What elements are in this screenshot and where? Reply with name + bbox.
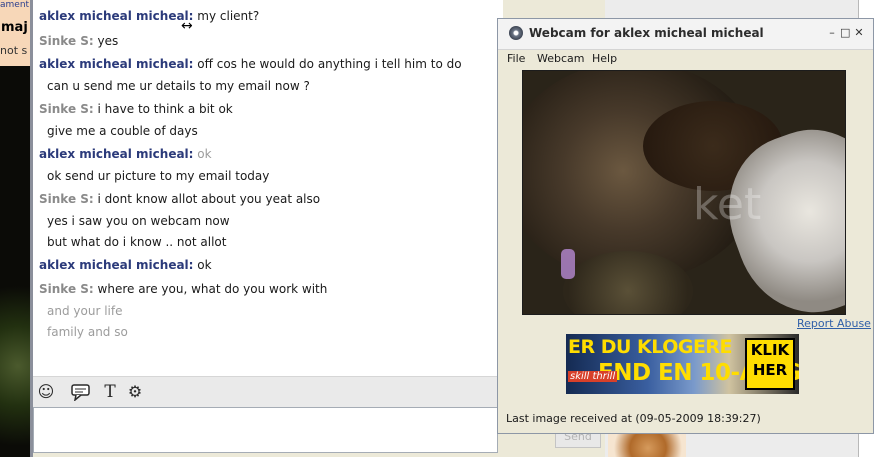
- message-text: i dont know allot about you yeat also: [93, 192, 321, 206]
- ad-cta-button[interactable]: KLIK HER: [745, 338, 795, 390]
- left-fragment-1: ament: [0, 0, 30, 10]
- chat-message: aklex micheal micheal: my client?: [39, 9, 259, 23]
- message-input[interactable]: [33, 407, 498, 453]
- left-background-image: [0, 66, 30, 457]
- message-sender: Sinke S:: [39, 282, 94, 296]
- message-sender: aklex micheal micheal:: [39, 258, 194, 272]
- message-text: off cos he would do anything i tell him …: [193, 57, 462, 71]
- chat-message: aklex micheal micheal: ok: [39, 147, 212, 161]
- minimize-icon[interactable]: –: [827, 27, 837, 39]
- chat-message-continuation: can u send me ur details to my email now…: [47, 79, 310, 93]
- left-sidebar-strip: ament maj not s: [0, 0, 30, 457]
- chat-bubble-icon[interactable]: [71, 383, 91, 402]
- message-sender: aklex micheal micheal:: [39, 147, 194, 161]
- menu-help[interactable]: Help: [592, 52, 617, 65]
- webcam-title: Webcam for aklex micheal micheal: [529, 26, 764, 40]
- chat-message-continuation: give me a couble of days: [47, 124, 198, 138]
- message-text: ok: [193, 258, 212, 272]
- ad-brand-logo: skill thrill: [568, 371, 618, 382]
- settings-icon[interactable]: ⚙: [125, 383, 145, 401]
- message-sender: aklex micheal micheal:: [39, 57, 194, 71]
- report-abuse-link[interactable]: Report Abuse: [797, 317, 871, 330]
- webcam-status-text: Last image received at (09-05-2009 18:39…: [506, 412, 761, 425]
- message-sender: aklex micheal micheal:: [39, 9, 194, 23]
- chat-message: Sinke S: i dont know allot about you yea…: [39, 192, 320, 206]
- webcam-icon: [509, 26, 523, 40]
- message-text: my client?: [193, 9, 260, 23]
- resize-cursor-icon: ↔: [181, 18, 193, 34]
- message-sender: Sinke S:: [39, 192, 94, 206]
- chat-toolbar: ☺▾ T ⚙: [33, 376, 498, 418]
- message-sender: Sinke S:: [39, 102, 94, 116]
- message-sender: Sinke S:: [39, 34, 94, 48]
- webcam-titlebar[interactable]: Webcam for aklex micheal micheal – □ ✕: [498, 19, 873, 50]
- text-format-icon[interactable]: T: [100, 383, 120, 401]
- left-notice-box: ament maj not s: [0, 0, 30, 66]
- chat-message: aklex micheal micheal: off cos he would …: [39, 57, 462, 71]
- advertisement-banner[interactable]: ER DU KLOGERE END EN 10-ÅRIG? skill thri…: [566, 334, 799, 394]
- maximize-icon[interactable]: □: [840, 27, 850, 39]
- webcam-window[interactable]: Webcam for aklex micheal micheal – □ ✕ F…: [497, 18, 874, 434]
- message-text: yes: [93, 34, 119, 48]
- webcam-menubar: File Webcam Help: [498, 49, 873, 69]
- emoticon-icon[interactable]: ☺▾: [36, 383, 56, 418]
- chat-message-continuation: and your life: [47, 304, 123, 318]
- left-fragment-2: maj: [1, 20, 28, 35]
- chat-message: Sinke S: where are you, what do you work…: [39, 282, 327, 296]
- left-fragment-3: not s: [0, 44, 28, 57]
- menu-webcam[interactable]: Webcam: [537, 52, 585, 65]
- menu-file[interactable]: File: [507, 52, 525, 65]
- webcam-video-feed: ket: [522, 70, 846, 315]
- chat-message-continuation: yes i saw you on webcam now: [47, 214, 230, 228]
- chat-message: aklex micheal micheal: ok: [39, 258, 212, 272]
- chat-message-continuation: ok send ur picture to my email today: [47, 169, 270, 183]
- chat-transcript[interactable]: aklex micheal micheal: my client? Sinke …: [33, 0, 503, 376]
- ad-headline-1: ER DU KLOGERE: [568, 336, 733, 358]
- message-text: where are you, what do you work with: [93, 282, 328, 296]
- chat-message-continuation: but what do i know .. not allot: [47, 235, 227, 249]
- video-watermark: ket: [693, 179, 762, 230]
- close-icon[interactable]: ✕: [854, 27, 864, 39]
- chat-message: Sinke S: yes: [39, 34, 118, 48]
- chat-message-continuation: family and so: [47, 325, 128, 339]
- message-text: i have to think a bit ok: [93, 102, 233, 116]
- message-text: ok: [193, 147, 212, 161]
- chat-message: Sinke S: i have to think a bit ok: [39, 102, 233, 116]
